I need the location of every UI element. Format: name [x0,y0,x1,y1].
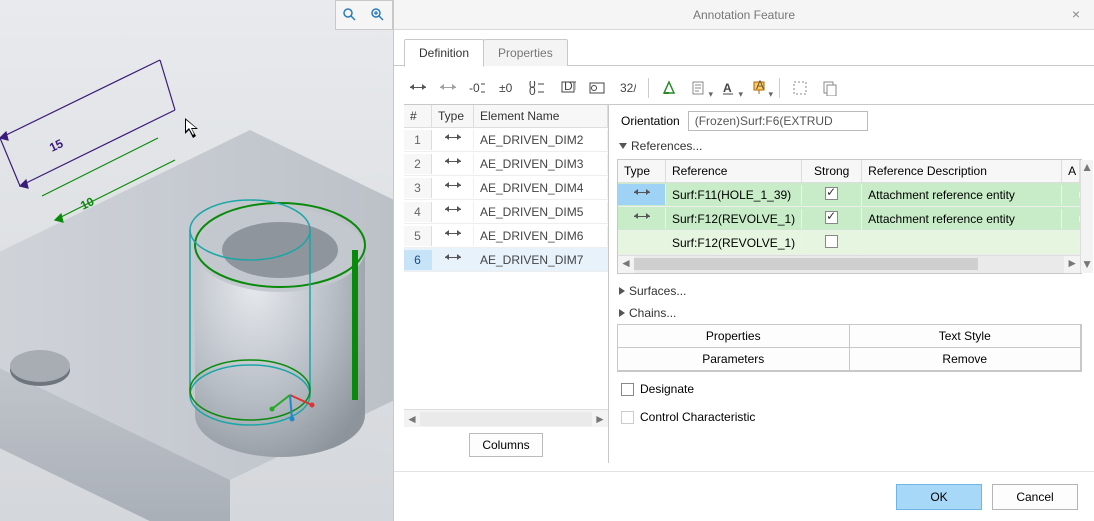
properties-button[interactable]: Properties [617,324,850,348]
svg-text:DTM: DTM [564,80,576,93]
ref-col-reference[interactable]: Reference [666,160,802,182]
parameters-button[interactable]: Parameters [617,347,850,371]
reference-row[interactable]: Surf:F12(REVOLVE_1) Attachment reference… [618,207,1080,231]
strong-checkbox[interactable] [825,235,838,248]
ref-col-strong[interactable]: Strong [802,160,862,182]
zoom-in-icon[interactable] [367,4,389,26]
strong-checkbox[interactable] [825,187,838,200]
surface-finish-icon[interactable]: 32/ [616,77,640,99]
select-region-icon[interactable] [788,77,812,99]
annotation-feature-dialog: Annotation Feature × Definition Properti… [393,0,1094,521]
element-row[interactable]: 3AE_DRIVEN_DIM4 [404,176,608,200]
annotate-toolbar: -0 ±0 00 DTM 32/ ▾ A▾ A▾ [394,66,1094,104]
element-table-header: # Type Element Name [404,105,608,128]
dialog-title: Annotation Feature [693,8,795,22]
tab-definition[interactable]: Definition [404,39,484,67]
dim-linear-icon[interactable] [406,77,430,99]
dim-icon [634,187,650,199]
tabstrip: Definition Properties [394,30,1094,66]
col-name[interactable]: Element Name [474,105,608,127]
element-row[interactable]: 5AE_DRIVEN_DIM6 [404,224,608,248]
orientation-label: Orientation [621,114,680,128]
dimension-value-15: 15 [47,136,65,155]
designate-checkbox[interactable] [621,383,634,396]
remove-button[interactable]: Remove [849,347,1082,371]
cancel-button[interactable]: Cancel [992,484,1078,510]
ref-col-type[interactable]: Type [618,160,666,182]
section-surfaces[interactable]: Surfaces... [617,280,1082,302]
svg-text:32/: 32/ [620,81,636,95]
element-panel: # Type Element Name 1AE_DRIVEN_DIM2 2AE_… [404,104,609,463]
svg-text:-0: -0 [469,81,480,95]
action-buttons-grid: Properties Text Style Parameters Remove [617,324,1082,372]
col-type[interactable]: Type [432,105,474,127]
note-icon[interactable]: ▾ [687,77,711,99]
element-row[interactable]: 6AE_DRIVEN_DIM7 [404,248,608,272]
references-panel: Type Reference Strong Reference Descript… [617,159,1082,274]
svg-text:±0: ±0 [499,81,513,95]
references-vscroll[interactable]: ▲▼ [1080,160,1093,273]
close-icon[interactable]: × [1066,4,1086,24]
ref-col-desc[interactable]: Reference Description [862,160,1062,182]
element-row[interactable]: 4AE_DRIVEN_DIM5 [404,200,608,224]
copy-icon[interactable] [818,77,842,99]
references-hscroll[interactable]: ◄► [618,255,1080,273]
reference-row[interactable]: Surf:F11(HOLE_1_39) Attachment reference… [618,183,1080,207]
dialog-footer: OK Cancel [394,471,1094,521]
element-hscroll[interactable]: ◄► [404,409,608,427]
section-references[interactable]: References... [617,135,1082,157]
dialog-titlebar: Annotation Feature × [394,0,1094,30]
model-viewport[interactable]: 15 10 [0,0,393,521]
tol-plusminus-icon[interactable]: ±0 [496,77,520,99]
svg-text:A: A [723,81,732,95]
element-row[interactable]: 2AE_DRIVEN_DIM3 [404,152,608,176]
zoom-fit-icon[interactable] [339,4,361,26]
dim-icon [445,180,461,192]
ref-col-a[interactable]: A [1062,160,1080,182]
dim-icon [634,211,650,223]
zoom-toolbar [335,0,393,30]
tol-minus-icon[interactable]: -0 [466,77,490,99]
reference-row[interactable]: Surf:F12(REVOLVE_1) [618,231,1080,255]
text-style-button[interactable]: Text Style [849,324,1082,348]
tab-properties[interactable]: Properties [483,39,568,66]
datum-target-icon[interactable]: DTM [556,77,580,99]
gtol-icon[interactable] [586,77,610,99]
tol-limits-icon[interactable]: 00 [526,77,550,99]
orientation-field[interactable]: (Frozen)Surf:F6(EXTRUD [688,111,868,131]
section-chains[interactable]: Chains... [617,302,1082,324]
dim-icon [445,204,461,216]
dim-icon [445,132,461,144]
symbol-icon[interactable] [657,77,681,99]
svg-text:0: 0 [529,84,536,95]
dim-icon [445,252,461,264]
control-characteristic-label: Control Characteristic [640,410,755,424]
text-style-icon[interactable]: A▾ [717,77,741,99]
dim-icon [445,228,461,240]
svg-text:A: A [756,80,764,92]
columns-button[interactable]: Columns [469,433,542,457]
dim-ref-icon[interactable] [436,77,460,99]
strong-checkbox[interactable] [825,211,838,224]
col-num[interactable]: # [404,105,432,127]
designate-label: Designate [640,382,694,396]
element-row[interactable]: 1AE_DRIVEN_DIM2 [404,128,608,152]
ok-button[interactable]: OK [896,484,982,510]
dim-icon [445,156,461,168]
control-characteristic-checkbox [621,411,634,424]
datum-feature-icon[interactable]: A▾ [747,77,771,99]
